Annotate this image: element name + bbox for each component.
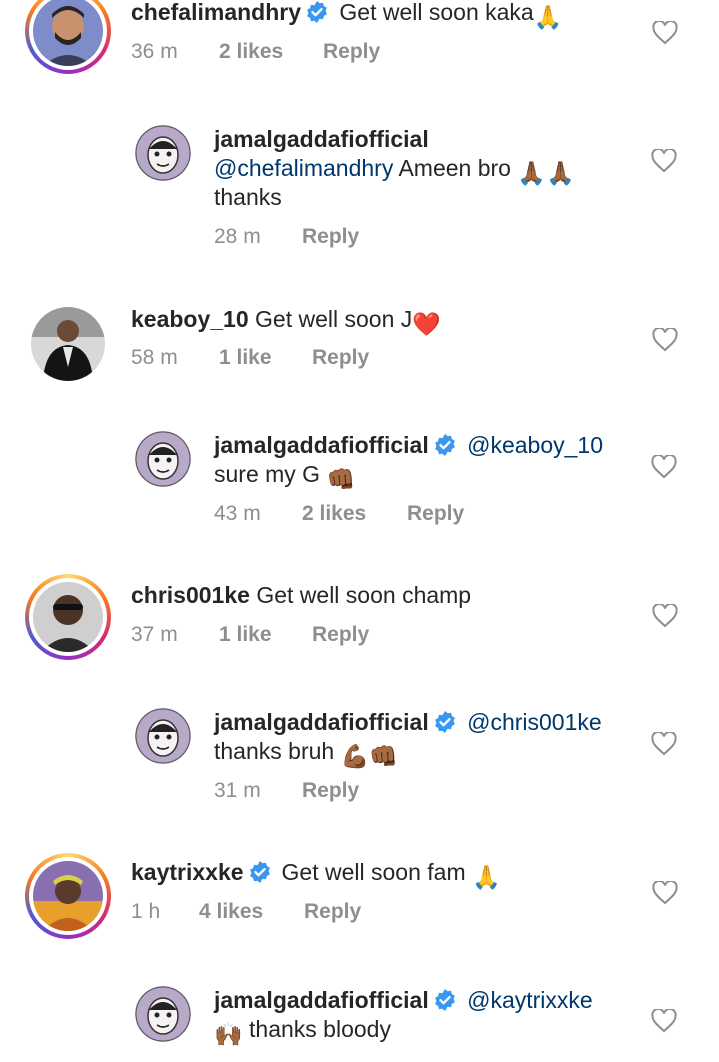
cartoon-avatar-icon xyxy=(135,708,191,764)
comment-body: Get well soon fam xyxy=(281,859,466,885)
likes-count[interactable]: 2 likes xyxy=(219,40,283,64)
comment-text: jamalgaddafiofficial xyxy=(214,125,429,154)
comment-text: chris001ke Get well soon champ xyxy=(131,581,471,610)
verified-badge-icon xyxy=(434,711,455,733)
comments-feed: chefalimandhry Get well soon kaka🙏 36 m … xyxy=(0,0,719,1062)
comment-text: kaytrixxke Get well soon fam 🙏 xyxy=(131,858,501,892)
username[interactable]: chris001ke xyxy=(131,582,250,608)
verified-badge-icon xyxy=(434,434,455,456)
comment-body: Ameen bro xyxy=(398,155,511,181)
reply-button[interactable]: Reply xyxy=(312,346,369,370)
comment-text-line-2: sure my G 👊🏾 xyxy=(214,460,355,494)
mention-link[interactable]: @kaytrixxke xyxy=(467,987,593,1013)
comment-body: thanks bruh xyxy=(214,738,335,764)
comment-text: chefalimandhry Get well soon kaka🙏 xyxy=(131,0,562,32)
avatar[interactable] xyxy=(25,574,111,660)
like-heart-icon[interactable] xyxy=(651,149,677,173)
verified-badge-icon xyxy=(307,1,327,23)
like-heart-icon[interactable] xyxy=(651,732,677,756)
verified-badge-icon xyxy=(434,989,455,1011)
cartoon-avatar-icon xyxy=(135,986,191,1042)
timestamp: 31 m xyxy=(214,779,261,802)
reply-button[interactable]: Reply xyxy=(304,900,361,924)
emoji: 👊🏾 xyxy=(326,466,356,492)
comment-meta: 43 m 2 likes Reply xyxy=(214,502,564,528)
timestamp: 36 m xyxy=(131,40,178,63)
user-photo-icon xyxy=(31,307,105,381)
comment-text-line-2: 🙌🏾 thanks bloody xyxy=(214,1015,391,1049)
comment-body-continued: thanks xyxy=(214,184,282,210)
avatar[interactable] xyxy=(135,431,191,487)
avatar[interactable] xyxy=(25,0,111,74)
likes-count[interactable]: 1 like xyxy=(219,623,272,647)
comment-meta: 36 m 2 likes Reply xyxy=(131,40,531,66)
user-photo-icon xyxy=(33,861,103,931)
user-photo-icon xyxy=(33,0,103,66)
avatar[interactable] xyxy=(135,708,191,764)
cartoon-avatar-icon xyxy=(135,125,191,181)
likes-count[interactable]: 4 likes xyxy=(199,900,263,924)
reply-button[interactable]: Reply xyxy=(312,623,369,647)
mention-link[interactable]: @chris001ke xyxy=(467,709,602,735)
like-heart-icon[interactable] xyxy=(652,328,678,352)
like-heart-icon[interactable] xyxy=(652,604,678,628)
like-heart-icon[interactable] xyxy=(652,21,678,45)
emoji: ❤️ xyxy=(412,311,441,337)
comment-body: Get well soon kaka xyxy=(339,0,534,25)
mention-link[interactable]: @keaboy_10 xyxy=(467,432,603,458)
reply-button[interactable]: Reply xyxy=(407,502,464,526)
emoji: 🙏 xyxy=(533,4,563,30)
comment-meta: 1 h 4 likes Reply xyxy=(131,900,531,926)
timestamp: 58 m xyxy=(131,346,178,369)
user-photo-icon xyxy=(33,582,103,652)
comment-text: jamalgaddafiofficial @kaytrixxke xyxy=(214,986,593,1015)
timestamp: 43 m xyxy=(214,502,261,525)
username[interactable]: jamalgaddafiofficial xyxy=(214,987,429,1013)
comment-body: thanks bloody xyxy=(249,1016,391,1042)
avatar[interactable] xyxy=(135,125,191,181)
emoji: 🙏🏾🙏🏾 xyxy=(517,160,575,186)
comment-text: keaboy_10 Get well soon J❤️ xyxy=(131,305,441,339)
avatar[interactable] xyxy=(31,307,105,381)
avatar[interactable] xyxy=(135,986,191,1042)
comment-text: jamalgaddafiofficial @chris001ke xyxy=(214,708,602,737)
username[interactable]: jamalgaddafiofficial xyxy=(214,432,429,458)
timestamp: 28 m xyxy=(214,225,261,248)
comment-body: sure my G xyxy=(214,461,321,487)
comment-meta: 31 m Reply xyxy=(214,779,514,805)
username[interactable]: jamalgaddafiofficial xyxy=(214,126,429,152)
avatar[interactable] xyxy=(25,853,111,939)
timestamp: 1 h xyxy=(131,900,161,923)
comment-meta: 28 m Reply xyxy=(214,225,514,251)
reply-button[interactable]: Reply xyxy=(302,225,359,249)
username[interactable]: kaytrixxke xyxy=(131,859,244,885)
emoji: 🙌🏾 xyxy=(214,1021,243,1047)
comment-body: Get well soon J xyxy=(255,306,413,332)
reply-button[interactable]: Reply xyxy=(323,40,380,64)
comment-meta: 58 m 1 like Reply xyxy=(131,346,531,372)
likes-count[interactable]: 2 likes xyxy=(302,502,366,526)
cartoon-avatar-icon xyxy=(135,431,191,487)
likes-count[interactable]: 1 like xyxy=(219,346,272,370)
reply-button[interactable]: Reply xyxy=(302,779,359,803)
like-heart-icon[interactable] xyxy=(652,881,678,905)
mention-link[interactable]: @chefalimandhry xyxy=(214,155,393,181)
comment-text: jamalgaddafiofficial @keaboy_10 xyxy=(214,431,603,460)
comment-text-line-2: thanks bruh 💪🏾👊🏾 xyxy=(214,737,398,771)
timestamp: 37 m xyxy=(131,623,178,646)
verified-badge-icon xyxy=(249,861,270,883)
comment-text-line-3: thanks xyxy=(214,183,282,212)
comment-body: Get well soon champ xyxy=(256,582,472,608)
like-heart-icon[interactable] xyxy=(651,455,677,479)
username[interactable]: keaboy_10 xyxy=(131,306,249,332)
emoji: 🙏 xyxy=(472,864,501,890)
like-heart-icon[interactable] xyxy=(651,1009,677,1033)
comment-meta: 37 m 1 like Reply xyxy=(131,623,531,649)
username[interactable]: jamalgaddafiofficial xyxy=(214,709,429,735)
username[interactable]: chefalimandhry xyxy=(131,0,301,25)
emoji: 💪🏾👊🏾 xyxy=(340,743,398,769)
